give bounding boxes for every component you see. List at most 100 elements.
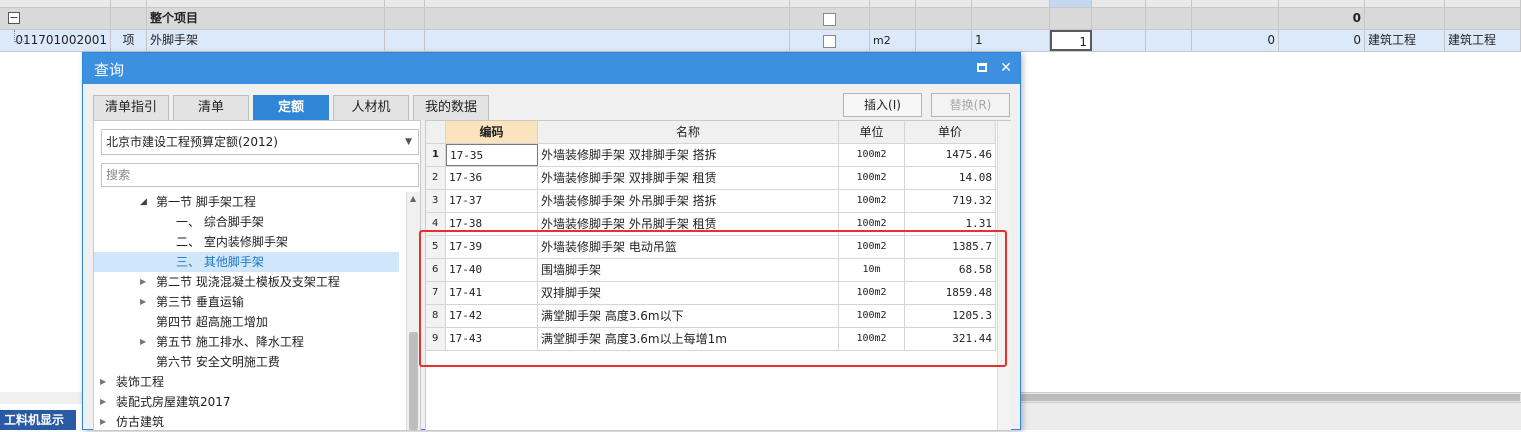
- row-unit: 100m2: [839, 328, 905, 350]
- table-header-row: 编码 名称 单位 单价: [426, 121, 996, 144]
- horizontal-scrollbar-thumb[interactable]: [1020, 394, 1520, 401]
- horizontal-scrollbar[interactable]: [1020, 392, 1521, 402]
- row-index: 7: [426, 282, 446, 304]
- row-price: 1385.7: [905, 236, 996, 258]
- row-name: 双排脚手架: [538, 282, 839, 304]
- quota-library-select[interactable]: 北京市建设工程预算定额(2012) ▼: [101, 129, 419, 155]
- tree-item-prefab-building[interactable]: ▶ 装配式房屋建筑2017: [94, 392, 399, 412]
- item-checkbox[interactable]: [823, 35, 836, 48]
- item-quantity-expression[interactable]: 1: [972, 30, 1050, 51]
- tree-item-general-scaffold[interactable]: 一、 综合脚手架: [94, 212, 399, 232]
- close-icon: ✕: [1000, 60, 1012, 76]
- table-row[interactable]: 8 17-42 满堂脚手架 高度3.6m以下 100m2 1205.3: [426, 305, 996, 328]
- group-row-whole-project[interactable]: − 整个项目 0: [0, 8, 1521, 30]
- tree-item-section2[interactable]: ▶ 第二节 现浇混凝土模板及支架工程: [94, 272, 399, 292]
- row-price: 719.32: [905, 190, 996, 212]
- collapse-toggle[interactable]: −: [8, 12, 20, 24]
- tree-vertical-scrollbar[interactable]: ▲: [406, 192, 420, 430]
- row-code: 17-36: [446, 167, 538, 189]
- item-total-price: 0: [1279, 30, 1365, 51]
- chevron-down-icon: ▼: [405, 137, 412, 147]
- row-code: 17-42: [446, 305, 538, 327]
- item-name[interactable]: 外脚手架: [147, 30, 385, 51]
- table-row[interactable]: 2 17-36 外墙装修脚手架 双排脚手架 租赁 100m2 14.08: [426, 167, 996, 190]
- bottom-tab-labor-material[interactable]: 工料机显示: [0, 410, 76, 430]
- dialog-title: 查询: [94, 61, 125, 79]
- table-row[interactable]: 9 17-43 满堂脚手架 高度3.6m以上每增1m 100m2 321.44: [426, 328, 996, 351]
- collapsed-triangle-icon[interactable]: ▶: [100, 372, 110, 392]
- quota-tree-panel: 北京市建设工程预算定额(2012) ▼ ◢ 第一节 脚手架工程 一、 综合脚手架…: [93, 120, 421, 431]
- table-row[interactable]: 7 17-41 双排脚手架 100m2 1859.48: [426, 282, 996, 305]
- table-row[interactable]: 1 17-35 外墙装修脚手架 双排脚手架 搭拆 100m2 1475.46: [426, 144, 996, 167]
- row-index: 3: [426, 190, 446, 212]
- row-name: 满堂脚手架 高度3.6m以下: [538, 305, 839, 327]
- dialog-titlebar[interactable]: 查询 ✕: [83, 53, 1020, 84]
- replace-button[interactable]: 替换(R): [931, 93, 1010, 117]
- collapsed-triangle-icon[interactable]: ▶: [100, 412, 110, 432]
- table-row[interactable]: 6 17-40 围墙脚手架 10m 68.58: [426, 259, 996, 282]
- row-name: 外墙装修脚手架 电动吊篮: [538, 236, 839, 258]
- row-code: 17-40: [446, 259, 538, 281]
- tab-my-data[interactable]: 我的数据: [413, 95, 489, 120]
- row-price: 1.31: [905, 213, 996, 235]
- background-spreadsheet: − 整个项目 0 011701002001 项 外脚手架 m2 1 1 0 0 …: [0, 0, 1521, 52]
- table-row[interactable]: 3 17-37 外墙装修脚手架 外吊脚手架 搭拆 100m2 719.32: [426, 190, 996, 213]
- header-unit[interactable]: 单位: [839, 121, 905, 143]
- row-index: 4: [426, 213, 446, 235]
- tree-item-section3[interactable]: ▶ 第三节 垂直运输: [94, 292, 399, 312]
- row-code: 17-37: [446, 190, 538, 212]
- insert-button[interactable]: 插入(I): [843, 93, 922, 117]
- row-price: 14.08: [905, 167, 996, 189]
- row-price: 68.58: [905, 259, 996, 281]
- tree-item-other-scaffold[interactable]: 三、 其他脚手架: [94, 252, 399, 272]
- query-dialog: 查询 ✕ 清单指引 清单 定额 人材机 我的数据 插入(I) 替换(R) 北京市…: [82, 52, 1021, 431]
- collapsed-triangle-icon[interactable]: ▶: [100, 392, 110, 412]
- tab-quota[interactable]: 定额: [253, 95, 329, 120]
- close-button[interactable]: ✕: [996, 58, 1016, 78]
- expanded-triangle-icon[interactable]: ◢: [140, 192, 150, 212]
- item-quantity-cell[interactable]: 1: [1050, 30, 1092, 51]
- item-unit-price: 0: [1192, 30, 1279, 51]
- tab-list-guide[interactable]: 清单指引: [93, 95, 169, 120]
- maximize-button[interactable]: [972, 58, 992, 78]
- maximize-icon: [977, 63, 987, 72]
- header-name[interactable]: 名称: [538, 121, 839, 143]
- row-price: 321.44: [905, 328, 996, 350]
- collapsed-triangle-icon[interactable]: ▶: [140, 332, 150, 352]
- tree-item-section5[interactable]: ▶ 第五节 施工排水、降水工程: [94, 332, 399, 352]
- row-code: 17-43: [446, 328, 538, 350]
- tab-labor-material-machine[interactable]: 人材机: [333, 95, 409, 120]
- scroll-up-icon[interactable]: ▲: [410, 194, 416, 203]
- collapsed-triangle-icon[interactable]: ▶: [140, 272, 150, 292]
- row-index: 1: [426, 144, 446, 166]
- tree-item-section6[interactable]: 第六节 安全文明施工费: [94, 352, 399, 372]
- row-name: 外墙装修脚手架 双排脚手架 租赁: [538, 167, 839, 189]
- tree-scrollbar-thumb[interactable]: [409, 332, 418, 430]
- row-index: 2: [426, 167, 446, 189]
- row-unit: 100m2: [839, 305, 905, 327]
- row-unit: 100m2: [839, 144, 905, 166]
- tree-item-decoration[interactable]: ▶ 装饰工程: [94, 372, 399, 392]
- table-row[interactable]: 4 17-38 外墙装修脚手架 外吊脚手架 租赁 100m2 1.31: [426, 213, 996, 236]
- row-unit: 100m2: [839, 282, 905, 304]
- group-label: 整个项目: [147, 8, 385, 29]
- collapsed-triangle-icon[interactable]: ▶: [140, 292, 150, 312]
- tree-item-section1[interactable]: ◢ 第一节 脚手架工程: [94, 192, 399, 212]
- row-index: 8: [426, 305, 446, 327]
- row-code: 17-38: [446, 213, 538, 235]
- tree-item-interior-scaffold[interactable]: 二、 室内装修脚手架: [94, 232, 399, 252]
- table-vertical-scrollbar[interactable]: [997, 121, 1011, 430]
- group-total: 0: [1279, 8, 1365, 29]
- header-price[interactable]: 单价: [905, 121, 996, 143]
- tree-item-antique-building[interactable]: ▶ 仿古建筑: [94, 412, 399, 432]
- table-row[interactable]: 5 17-39 外墙装修脚手架 电动吊篮 100m2 1385.7: [426, 236, 996, 259]
- tab-bill-list[interactable]: 清单: [173, 95, 249, 120]
- group-checkbox[interactable]: [823, 13, 836, 26]
- search-input[interactable]: [101, 163, 419, 187]
- tree-item-section4[interactable]: 第四节 超高施工增加: [94, 312, 399, 332]
- row-index: 5: [426, 236, 446, 258]
- row-price: 1859.48: [905, 282, 996, 304]
- row-unit: 100m2: [839, 190, 905, 212]
- item-row-outer-scaffold[interactable]: 011701002001 项 外脚手架 m2 1 1 0 0 建筑工程 建筑工程: [0, 30, 1521, 52]
- header-code[interactable]: 编码: [446, 121, 538, 143]
